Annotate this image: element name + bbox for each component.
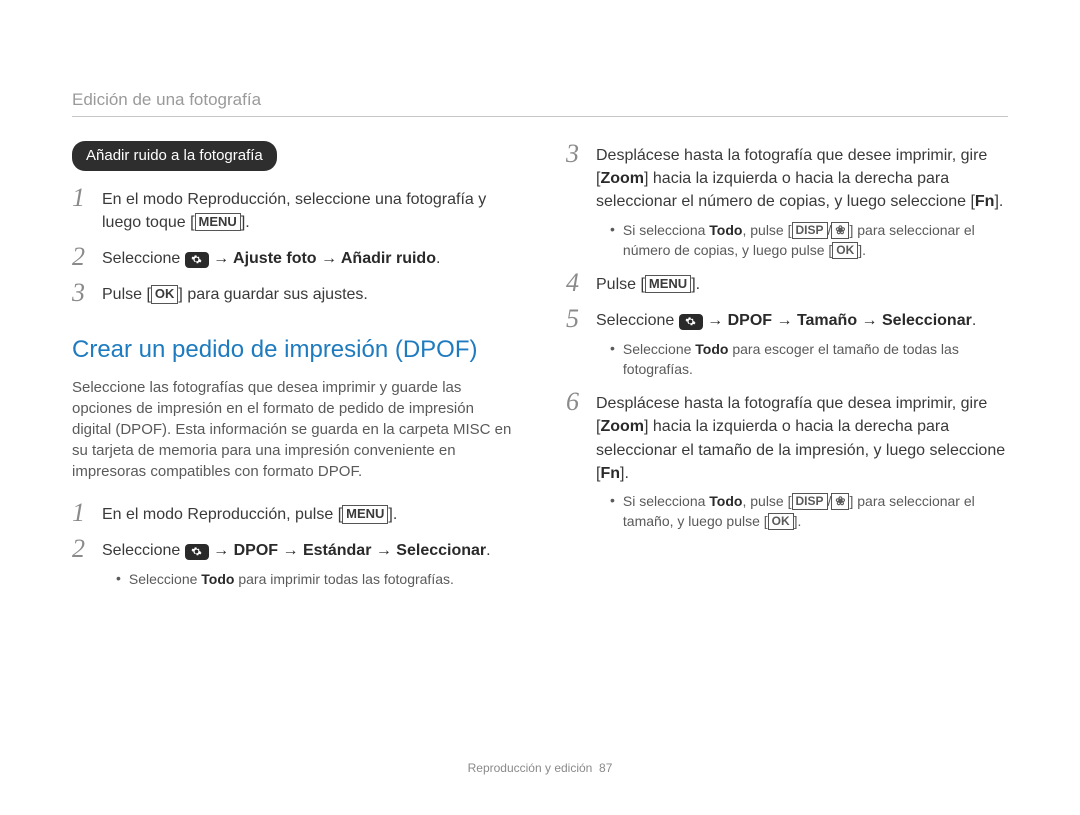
footer-page-number: 87 bbox=[599, 761, 612, 775]
menu-path: → DPOF → Tamaño → Seleccionar bbox=[703, 312, 972, 329]
sub-text: , pulse [ bbox=[742, 493, 791, 509]
sub-text: Seleccione bbox=[623, 341, 695, 357]
step-text: Seleccione bbox=[596, 312, 679, 329]
sub-bold: Todo bbox=[709, 493, 742, 509]
closing-bracket: ]. bbox=[794, 513, 802, 529]
left-step-2: 2 Seleccione → Ajuste foto → Añadir ruid… bbox=[72, 244, 514, 270]
header-rule bbox=[72, 116, 1008, 117]
sub-text: para imprimir todas las fotografías. bbox=[234, 571, 453, 587]
page-footer: Reproducción y edición 87 bbox=[0, 761, 1080, 775]
bullet-icon: • bbox=[610, 339, 615, 359]
sub-text: Seleccione bbox=[129, 571, 201, 587]
left-step-3: 3 Pulse [OK] para guardar sus ajustes. bbox=[72, 280, 514, 306]
step-body: Pulse [MENU]. bbox=[596, 270, 1008, 296]
step-text: ] para guardar sus ajustes. bbox=[178, 286, 367, 303]
step-text: Seleccione bbox=[102, 542, 185, 559]
step-body: En el modo Reproducción, seleccione una … bbox=[102, 185, 514, 234]
left-step-1: 1 En el modo Reproducción, seleccione un… bbox=[72, 185, 514, 234]
step-number: 1 bbox=[72, 185, 92, 211]
sub-bullet: • Si selecciona Todo, pulse [DISP/❀] par… bbox=[610, 491, 1008, 532]
sub-bullet: • Seleccione Todo para imprimir todas la… bbox=[116, 569, 514, 589]
period: . bbox=[436, 250, 440, 267]
step-text: En el modo Reproducción, pulse [ bbox=[102, 506, 342, 523]
closing-bracket: ]. bbox=[691, 276, 700, 293]
menu-key: MENU bbox=[342, 505, 388, 523]
zoom-key: Zoom bbox=[600, 418, 644, 435]
bullet-icon: • bbox=[610, 220, 615, 240]
step-number: 5 bbox=[566, 306, 586, 332]
section-paragraph: Seleccione las fotografías que desea imp… bbox=[72, 377, 514, 482]
menu-key: MENU bbox=[195, 213, 241, 231]
step-body: Seleccione → DPOF → Tamaño → Seleccionar… bbox=[596, 306, 1008, 379]
step-number: 1 bbox=[72, 500, 92, 526]
step-body: Pulse [OK] para guardar sus ajustes. bbox=[102, 280, 514, 306]
sub-text: Si selecciona bbox=[623, 222, 709, 238]
bullet-icon: • bbox=[116, 569, 121, 589]
step-text: En el modo Reproducción, seleccione una … bbox=[102, 191, 486, 231]
zoom-key: Zoom bbox=[600, 170, 644, 187]
step-number: 6 bbox=[566, 389, 586, 415]
ok-key: OK bbox=[832, 242, 858, 259]
page-header-title: Edición de una fotografía bbox=[72, 90, 1008, 110]
sub-bullet: • Seleccione Todo para escoger el tamaño… bbox=[610, 339, 1008, 380]
bullet-icon: • bbox=[610, 491, 615, 511]
right-step-3: 3 Desplácese hasta la fotografía que des… bbox=[566, 141, 1008, 260]
closing-bracket: ]. bbox=[241, 214, 250, 231]
macro-key: ❀ bbox=[831, 493, 849, 510]
closing-bracket: ]. bbox=[388, 506, 397, 523]
sub-text: , pulse [ bbox=[742, 222, 791, 238]
macro-key: ❀ bbox=[831, 222, 849, 239]
left-step-4: 1 En el modo Reproducción, pulse [MENU]. bbox=[72, 500, 514, 526]
step-text: ] hacia la izquierda o hacia la derecha … bbox=[596, 170, 975, 210]
right-step-5: 5 Seleccione → DPOF → Tamaño → Seleccion… bbox=[566, 306, 1008, 379]
sub-bold: Todo bbox=[709, 222, 742, 238]
left-column: Añadir ruido a la fotografía 1 En el mod… bbox=[72, 141, 514, 599]
footer-section: Reproducción y edición bbox=[468, 761, 593, 775]
right-column: 3 Desplácese hasta la fotografía que des… bbox=[566, 141, 1008, 599]
disp-key: DISP bbox=[792, 493, 828, 510]
content-columns: Añadir ruido a la fotografía 1 En el mod… bbox=[72, 141, 1008, 599]
step-text: ] hacia la izquierda o hacia la derecha … bbox=[596, 418, 1005, 481]
menu-key: MENU bbox=[645, 275, 691, 293]
period: . bbox=[486, 542, 490, 559]
step-body: Seleccione → DPOF → Estándar → Seleccion… bbox=[102, 536, 514, 588]
sub-bullet: • Si selecciona Todo, pulse [DISP/❀] par… bbox=[610, 220, 1008, 261]
section-heading: Crear un pedido de impresión (DPOF) bbox=[72, 333, 514, 368]
disp-key: DISP bbox=[792, 222, 828, 239]
settings-gear-icon bbox=[679, 314, 703, 330]
settings-gear-icon bbox=[185, 252, 209, 268]
ok-key: OK bbox=[151, 285, 179, 303]
menu-path: → Ajuste foto → Añadir ruido bbox=[209, 250, 436, 267]
sub-bold: Todo bbox=[201, 571, 234, 587]
sub-text: Si selecciona bbox=[623, 493, 709, 509]
closing-bracket: ]. bbox=[620, 465, 629, 482]
step-text: Pulse [ bbox=[102, 286, 151, 303]
closing-bracket: ]. bbox=[994, 193, 1003, 210]
step-body: En el modo Reproducción, pulse [MENU]. bbox=[102, 500, 514, 526]
sub-bold: Todo bbox=[695, 341, 728, 357]
period: . bbox=[972, 312, 976, 329]
right-step-4: 4 Pulse [MENU]. bbox=[566, 270, 1008, 296]
section-pill: Añadir ruido a la fotografía bbox=[72, 141, 277, 171]
step-number: 2 bbox=[72, 244, 92, 270]
menu-path: → DPOF → Estándar → Seleccionar bbox=[209, 542, 486, 559]
ok-key: OK bbox=[768, 513, 794, 530]
fn-key: Fn bbox=[975, 193, 995, 210]
step-body: Desplácese hasta la fotografía que desea… bbox=[596, 389, 1008, 531]
fn-key: Fn bbox=[600, 465, 620, 482]
step-body: Desplácese hasta la fotografía que desee… bbox=[596, 141, 1008, 260]
step-text: Pulse [ bbox=[596, 276, 645, 293]
step-body: Seleccione → Ajuste foto → Añadir ruido. bbox=[102, 244, 514, 270]
step-number: 4 bbox=[566, 270, 586, 296]
step-number: 2 bbox=[72, 536, 92, 562]
right-step-6: 6 Desplácese hasta la fotografía que des… bbox=[566, 389, 1008, 531]
step-number: 3 bbox=[566, 141, 586, 167]
left-step-5: 2 Seleccione → DPOF → Estándar → Selecci… bbox=[72, 536, 514, 588]
step-text: Seleccione bbox=[102, 250, 185, 267]
settings-gear-icon bbox=[185, 544, 209, 560]
closing-bracket: ]. bbox=[858, 242, 866, 258]
step-number: 3 bbox=[72, 280, 92, 306]
